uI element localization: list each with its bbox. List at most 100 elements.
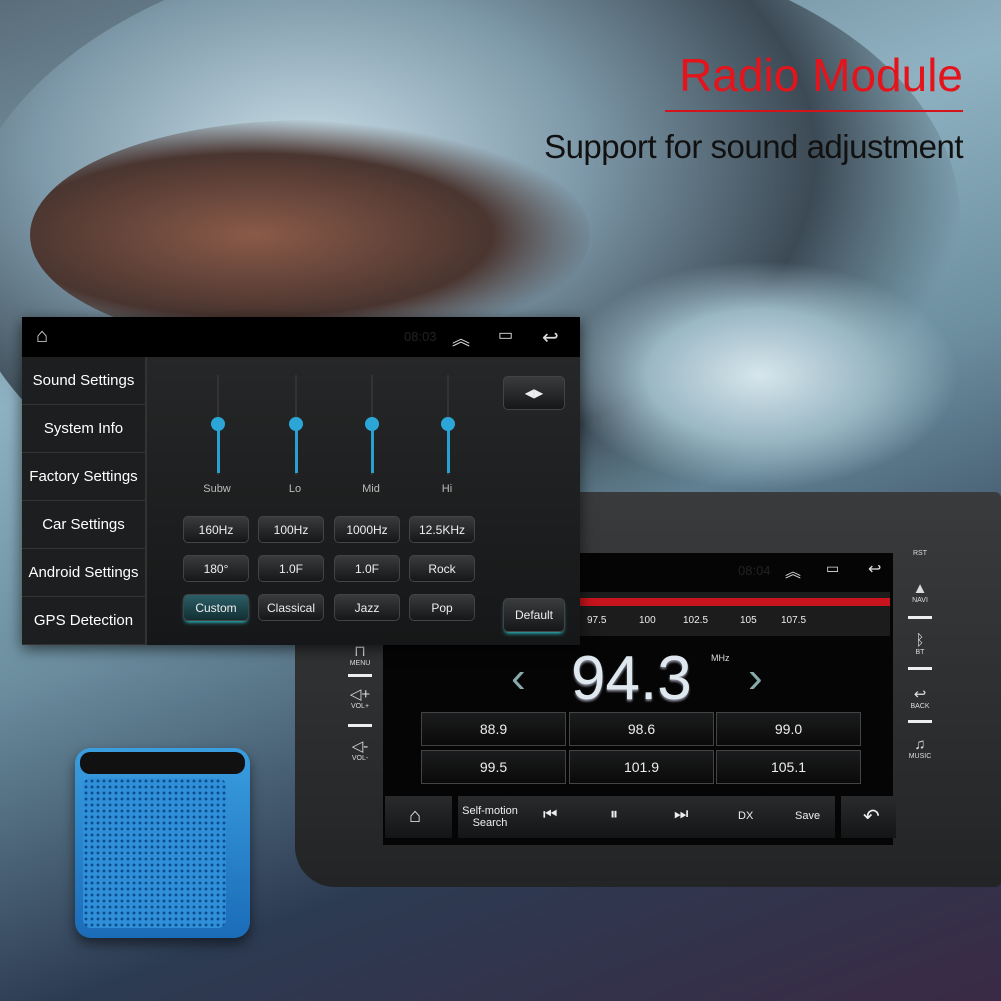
home-icon: ⌂ [409,805,422,827]
band-label: Subw [203,483,231,495]
rst-label: RST [913,550,927,557]
home-button[interactable]: ⌂ [385,796,452,838]
car-window [30,120,590,350]
freq-button[interactable]: 100Hz [258,516,324,543]
page-title: Radio Module [679,49,963,101]
preset-button[interactable]: 88.9 [421,712,566,746]
eq-mode-button[interactable]: Rock [409,555,475,582]
status-time: 08:04 [738,563,771,578]
volume-down-icon: ◁- [351,738,369,755]
page-subtitle: Support for sound adjustment [544,128,963,165]
freq-button[interactable]: 1000Hz [334,516,400,543]
preset-classical[interactable]: Classical [258,594,324,621]
control-bar: Self-motion Search ⏮ ⏸ ⏭ DX Save [458,796,835,838]
divider [348,674,372,677]
speaker-top-panel [80,752,245,774]
preset-pop[interactable]: Pop [409,594,475,621]
band-label: Mid [362,483,380,495]
save-button[interactable]: Save [795,810,820,822]
preset-button[interactable]: 98.6 [569,712,714,746]
scale-tick: 105 [740,615,757,626]
preset-button[interactable]: 101.9 [569,750,714,784]
volume-up-icon: ◁+ [349,686,371,703]
vol-up-button[interactable]: ◁+ VOL+ [340,685,380,710]
divider [348,724,372,727]
sound-settings-content: Subw Lo Mid Hi ◀▶ 160Hz 100Hz 1000Hz 12.… [147,357,580,645]
preset-button[interactable]: 99.0 [716,712,861,746]
phase-button[interactable]: 180° [183,555,249,582]
sidebar-item-android-settings[interactable]: Android Settings [22,549,147,597]
music-note-icon: ♫ [914,736,926,753]
bluetooth-icon: ᛒ [915,632,925,649]
balance-button[interactable]: ◀▶ [503,376,565,410]
band-label: Lo [288,483,302,495]
status-bar: ⌂ 08:03 ︽ ▭ ↩ [22,317,580,357]
bt-label: BT [915,649,925,656]
portable-speaker-image [75,748,250,938]
scale-tick: 97.5 [587,615,607,626]
sidebar-item-system-info[interactable]: System Info [22,405,147,453]
vol-down-button[interactable]: ◁- VOL- [340,737,380,762]
preset-custom[interactable]: Custom [183,594,249,621]
next-station-icon[interactable]: › [748,653,763,703]
expand-up-icon[interactable]: ︽ [452,325,470,351]
home-icon[interactable]: ⌂ [36,325,48,348]
speaker-balance-icon: ◀▶ [524,386,544,400]
navi-label: NAVI [912,597,928,604]
music-label: MUSIC [908,753,932,760]
scale-tick: 107.5 [781,615,807,626]
freq-button[interactable]: 160Hz [183,516,249,543]
tuning-indicator [540,598,890,606]
music-button[interactable]: ♫ MUSIC [900,736,940,760]
sidebar-item-car-settings[interactable]: Car Settings [22,501,147,549]
back-icon[interactable]: ↩ [542,325,559,350]
title-divider [665,110,963,112]
back-label: BACK [910,703,930,710]
sidebar-item-gps-detection[interactable]: GPS Detection [22,597,147,645]
expand-up-icon[interactable]: ︽ [785,558,801,582]
back-icon: ↩ [913,686,927,703]
skip-next-icon[interactable]: ⏭ [674,806,688,824]
reset-button[interactable]: RST [900,550,940,557]
self-motion-search-button[interactable]: Self-motion Search [460,805,520,829]
sidebar-item-factory-settings[interactable]: Factory Settings [22,453,147,501]
status-time: 08:03 [404,329,437,344]
car-hood [560,260,960,490]
skip-previous-icon[interactable]: ⏮ [543,806,557,824]
dx-button[interactable]: DX [738,810,753,822]
sound-settings-panel: ⌂ 08:03 ︽ ▭ ↩ Sound Settings System Info… [22,317,580,645]
settings-sidebar: Sound Settings System Info Factory Setti… [22,357,147,645]
q-button[interactable]: 1.0F [258,555,324,582]
preset-jazz[interactable]: Jazz [334,594,400,621]
menu-button[interactable]: ⊓ MENU [340,642,380,667]
return-button[interactable]: ↶ [841,796,896,838]
recent-apps-icon[interactable]: ▭ [826,560,839,577]
navi-button[interactable]: ▲ NAVI [900,580,940,604]
speaker-grill [83,778,226,928]
frequency-scale[interactable]: 95 97.5 100 102.5 105 107.5 [540,592,890,636]
current-frequency: 94.3 [571,644,692,713]
back-icon[interactable]: ↩ [868,559,881,579]
divider [908,720,932,723]
frequency-unit: MHz [711,653,730,663]
recent-apps-icon[interactable]: ▭ [498,325,513,345]
preset-button[interactable]: 105.1 [716,750,861,784]
freq-button[interactable]: 12.5KHz [409,516,475,543]
vol-up-label: VOL+ [350,703,370,710]
pause-icon[interactable]: ⏸ [610,806,618,824]
navigation-icon: ▲ [912,580,928,597]
scale-tick: 100 [639,615,656,626]
preset-button[interactable]: 99.5 [421,750,566,784]
scale-tick: 102.5 [683,615,709,626]
divider [908,667,932,670]
vol-down-label: VOL- [351,755,369,762]
sidebar-item-sound-settings[interactable]: Sound Settings [22,357,147,405]
bt-button[interactable]: ᛒ BT [900,632,940,656]
divider [908,616,932,619]
q-button[interactable]: 1.0F [334,555,400,582]
default-button[interactable]: Default [503,598,565,632]
band-label: Hi [441,483,453,495]
prev-station-icon[interactable]: ‹ [511,653,526,703]
back-hw-button[interactable]: ↩ BACK [900,685,940,710]
menu-label: MENU [349,660,371,667]
